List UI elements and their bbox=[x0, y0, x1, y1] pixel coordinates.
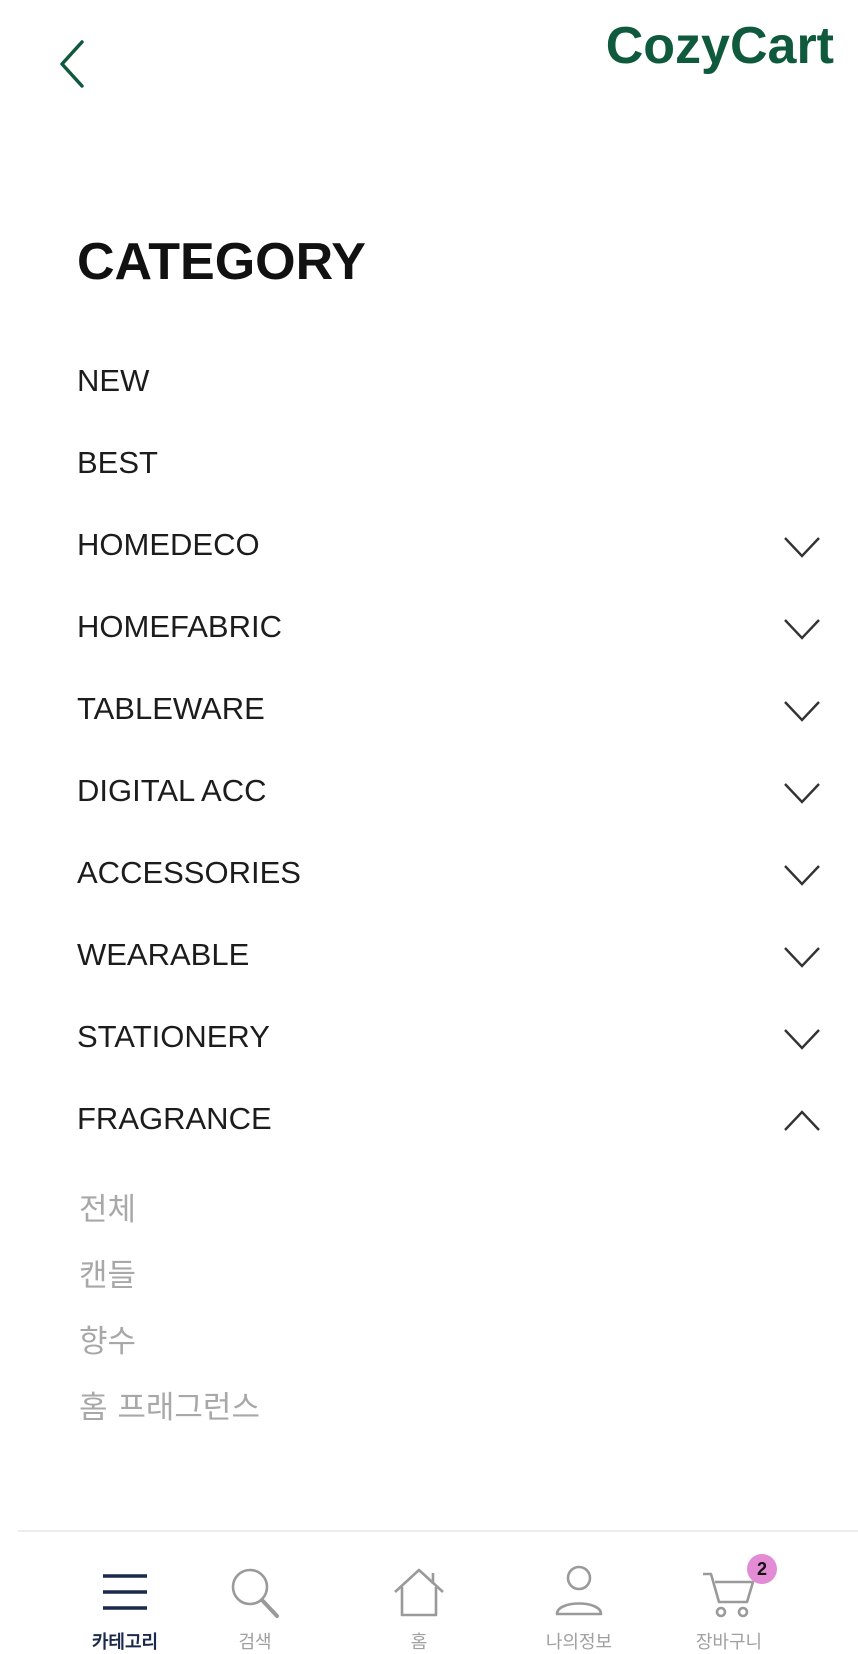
category-label: NEW bbox=[77, 363, 150, 398]
menu-icon bbox=[103, 1574, 147, 1610]
subcategory-label: 전체 bbox=[79, 1192, 137, 1228]
header: CozyCart bbox=[0, 0, 858, 120]
chevron-down-icon[interactable] bbox=[782, 775, 822, 811]
tab-category[interactable]: 카테고리 bbox=[55, 1532, 195, 1654]
back-button[interactable] bbox=[52, 34, 100, 94]
cart-count-badge: 2 bbox=[747, 1554, 777, 1584]
subcategory-label: 향수 bbox=[79, 1324, 137, 1360]
category-list: NEW BEST HOMEDECO HOMEFABRIC TABLEWARE D… bbox=[0, 343, 858, 1163]
search-icon bbox=[231, 1568, 279, 1618]
category-label: ACCESSORIES bbox=[77, 855, 301, 890]
category-item-homefabric[interactable]: HOMEFABRIC bbox=[0, 589, 858, 671]
tab-label: 장바구니 bbox=[695, 1632, 763, 1653]
chevron-down-icon[interactable] bbox=[782, 693, 822, 729]
chevron-down-icon[interactable] bbox=[782, 857, 822, 893]
chevron-down-icon[interactable] bbox=[782, 529, 822, 565]
category-item-best[interactable]: BEST bbox=[0, 425, 858, 507]
user-icon bbox=[555, 1565, 603, 1616]
subcategory-item-perfume[interactable]: 향수 bbox=[0, 1302, 858, 1368]
page-title: CATEGORY bbox=[77, 233, 366, 291]
category-label: DIGITAL ACC bbox=[77, 773, 267, 808]
bottom-tab-bar: 카테고리 검색 홈 나의정보 2 장바구니 bbox=[0, 1532, 858, 1654]
subcategory-label: 캔들 bbox=[79, 1258, 137, 1294]
category-item-new[interactable]: NEW bbox=[0, 343, 858, 425]
tab-label: 검색 bbox=[238, 1632, 272, 1653]
category-label: HOMEDECO bbox=[77, 527, 260, 562]
category-label: STATIONERY bbox=[77, 1019, 270, 1054]
category-label: BEST bbox=[77, 445, 158, 480]
subcategory-label: 홈 프래그런스 bbox=[79, 1390, 260, 1426]
category-label: WEARABLE bbox=[77, 937, 250, 972]
category-item-stationery[interactable]: STATIONERY bbox=[0, 999, 858, 1081]
subcategory-item-home-fragrance[interactable]: 홈 프래그런스 bbox=[0, 1368, 858, 1434]
category-label: HOMEFABRIC bbox=[77, 609, 282, 644]
tab-label: 홈 bbox=[410, 1632, 428, 1653]
category-item-fragrance[interactable]: FRAGRANCE bbox=[0, 1081, 858, 1163]
fragrance-subcategory-list: 전체 캔들 향수 홈 프래그런스 bbox=[0, 1170, 858, 1434]
category-item-accessories[interactable]: ACCESSORIES bbox=[0, 835, 858, 917]
category-item-homedeco[interactable]: HOMEDECO bbox=[0, 507, 858, 589]
category-item-digital-acc[interactable]: DIGITAL ACC bbox=[0, 753, 858, 835]
tab-my-info[interactable]: 나의정보 bbox=[509, 1532, 649, 1654]
subcategory-item-all[interactable]: 전체 bbox=[0, 1170, 858, 1236]
home-icon bbox=[394, 1568, 444, 1617]
tab-search[interactable]: 검색 bbox=[185, 1532, 325, 1654]
subcategory-item-candle[interactable]: 캔들 bbox=[0, 1236, 858, 1302]
chevron-up-icon[interactable] bbox=[782, 1103, 822, 1139]
brand-logo[interactable]: CozyCart bbox=[606, 16, 834, 76]
chevron-down-icon[interactable] bbox=[782, 939, 822, 975]
chevron-down-icon[interactable] bbox=[782, 1021, 822, 1057]
tab-label: 나의정보 bbox=[545, 1632, 613, 1653]
tab-label: 카테고리 bbox=[91, 1632, 159, 1653]
category-item-wearable[interactable]: WEARABLE bbox=[0, 917, 858, 999]
category-label: TABLEWARE bbox=[77, 691, 265, 726]
tab-home[interactable]: 홈 bbox=[349, 1532, 489, 1654]
chevron-down-icon[interactable] bbox=[782, 611, 822, 647]
tab-cart[interactable]: 2 장바구니 bbox=[659, 1532, 799, 1654]
category-label: FRAGRANCE bbox=[77, 1101, 272, 1136]
category-item-tableware[interactable]: TABLEWARE bbox=[0, 671, 858, 753]
chevron-left-icon bbox=[60, 40, 84, 88]
